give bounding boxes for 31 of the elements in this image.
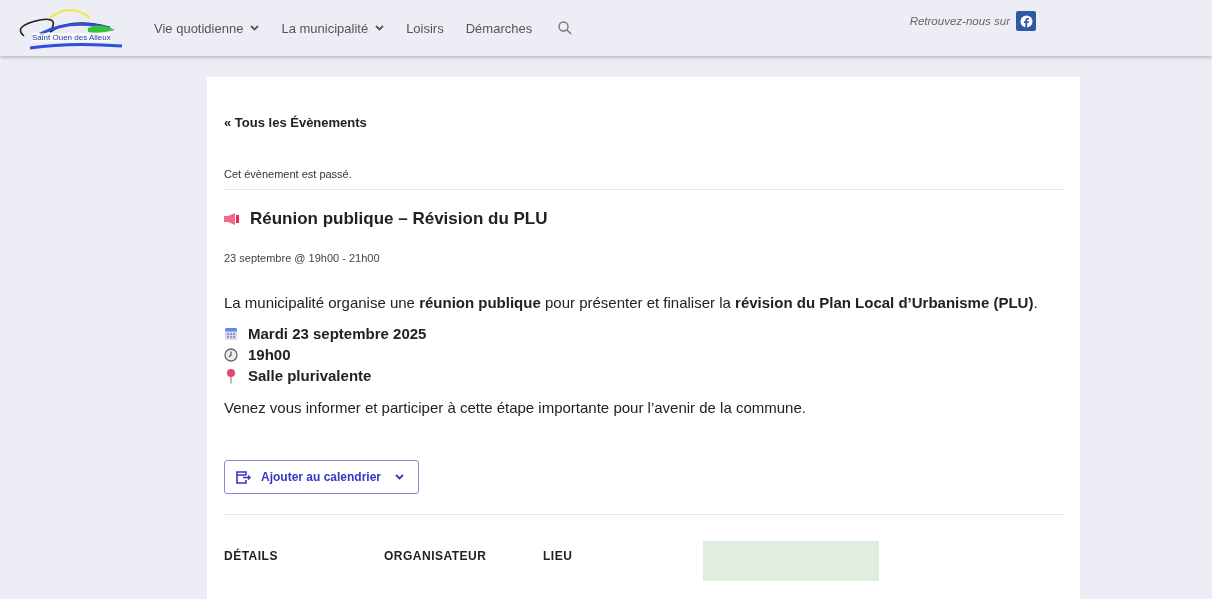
facebook-button[interactable]: [1016, 11, 1036, 31]
calendar-icon: [224, 326, 238, 341]
clock-icon: [224, 347, 238, 362]
chevron-down-icon: [375, 25, 385, 31]
back-link[interactable]: « Tous les Évènements: [224, 115, 367, 130]
chevron-down-icon: [395, 474, 405, 480]
section-heading: LIEU: [543, 549, 574, 563]
site-logo[interactable]: Saint Ouen des Alleux: [10, 4, 128, 52]
event-closing-text: Venez vous informer et participer à cette étape importante pour l’avenir de la commune.: [224, 399, 807, 416]
chevron-down-icon: [250, 25, 260, 31]
section-heading: ORGANISATEUR: [384, 549, 488, 563]
past-event-notice: Cet évènement est passé.: [224, 168, 1063, 190]
logo-text: Saint Ouen des Alleux: [32, 33, 111, 42]
section-heading: DÉTAILS: [224, 549, 279, 563]
nav-link[interactable]: La municipalité: [281, 20, 385, 36]
event-fact: Salle plurivalente: [248, 367, 372, 384]
event-title: Réunion publique – Révision du PLU: [250, 209, 548, 229]
nav-link[interactable]: Loisirs: [406, 20, 444, 36]
social-label: Retrouvez-nous sur: [909, 15, 1010, 27]
nav-link[interactable]: Vie quotidienne: [154, 20, 260, 36]
event-schedule: 23 septembre @ 19h00 - 21h00: [224, 252, 381, 264]
pin-icon: [224, 367, 238, 384]
search-icon[interactable]: [558, 21, 573, 35]
calendar-export-icon: [236, 470, 251, 484]
event-description: La municipalité organise une réunion publique pour présenter et finaliser la révision du Plan Local d’Urbanisme (PLU).: [224, 294, 1039, 311]
event-fact: 19h00: [248, 346, 291, 363]
megaphone-icon: [224, 213, 241, 225]
facebook-icon: [1019, 14, 1033, 28]
event-fact: Mardi 23 septembre 2025: [248, 325, 427, 342]
nav-link[interactable]: Démarches: [465, 20, 533, 36]
add-to-calendar-button[interactable]: Ajouter au calendrier: [224, 460, 420, 494]
